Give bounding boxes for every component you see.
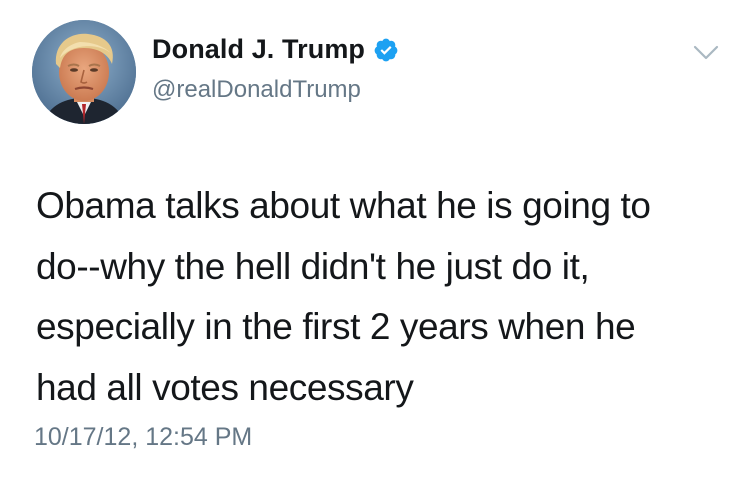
chevron-down-icon[interactable] <box>693 44 719 62</box>
verified-badge-icon <box>373 37 399 63</box>
avatar[interactable] <box>32 20 136 124</box>
tweet-timestamp[interactable]: 10/17/12, 12:54 PM <box>34 423 252 452</box>
tweet-text: Obama talks about what he is going to do… <box>36 176 736 418</box>
tweet-text-line: do--why the hell didn't he just do it, <box>36 245 590 287</box>
author-name-row: Donald J. Trump <box>152 34 399 65</box>
tweet-text-line: especially in the first 2 years when he <box>36 306 636 347</box>
author-handle[interactable]: @realDonaldTrump <box>152 76 361 104</box>
avatar-portrait-image <box>32 20 136 124</box>
tweet-text-line: had all votes necessary <box>36 366 414 408</box>
tweet-card: Donald J. Trump @realDonaldTrump Obama t… <box>0 0 749 485</box>
author-display-name[interactable]: Donald J. Trump <box>152 34 365 65</box>
tweet-text-line: Obama talks about what he is going to <box>36 185 651 226</box>
